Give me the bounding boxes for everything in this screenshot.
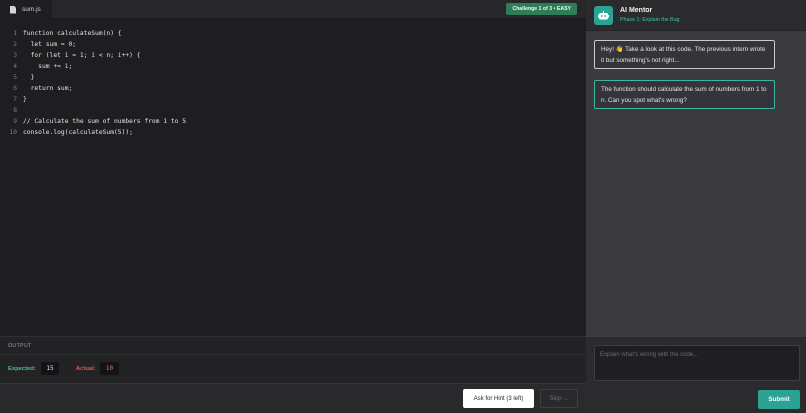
explanation-input[interactable] bbox=[594, 345, 800, 381]
line-code: // Calculate the sum of numbers from 1 t… bbox=[23, 118, 187, 125]
chat-message: The function should calculate the sum of… bbox=[594, 80, 775, 109]
code-line: 2 let sum = 0; bbox=[0, 39, 586, 50]
line-number: 9 bbox=[13, 118, 17, 125]
code-line: 9 // Calculate the sum of numbers from 1 … bbox=[0, 116, 586, 127]
output-title: OUTPUT bbox=[8, 343, 32, 349]
line-number: 7 bbox=[13, 96, 17, 103]
code-line: 1 function calculateSum(n) { bbox=[0, 28, 586, 39]
line-number: 3 bbox=[13, 52, 17, 59]
code-line: 4 sum += i; bbox=[0, 61, 586, 72]
line-code: function calculateSum(n) { bbox=[23, 30, 122, 37]
code-line: 6 return sum; bbox=[0, 83, 586, 94]
line-number: 1 bbox=[13, 30, 17, 37]
actual-value: 10 bbox=[100, 362, 119, 375]
code-line: 10 console.log(calculateSum(5)); bbox=[0, 127, 586, 138]
challenge-badge: Challenge 1 of 3 • EASY bbox=[506, 3, 577, 15]
file-icon bbox=[10, 5, 16, 14]
line-number: 2 bbox=[13, 41, 17, 48]
expected-value: 15 bbox=[41, 362, 59, 375]
submit-button[interactable]: Submit bbox=[758, 390, 800, 409]
line-code: let sum = 0; bbox=[23, 41, 77, 48]
line-number: 10 bbox=[9, 129, 17, 136]
line-number: 8 bbox=[13, 107, 17, 114]
robot-icon bbox=[598, 11, 609, 20]
mentor-header: AI Mentor Phase 1: Explain the Bug bbox=[586, 0, 806, 31]
output-divider bbox=[0, 354, 586, 355]
expected-label: Expected: bbox=[8, 366, 36, 372]
code-editor[interactable]: 1 function calculateSum(n) { 2 let sum = … bbox=[0, 19, 586, 336]
reply-area: Submit bbox=[586, 336, 806, 413]
line-code: console.log(calculateSum(5)); bbox=[23, 129, 133, 136]
output-panel: OUTPUT Expected: Actual: bbox=[0, 336, 586, 383]
mentor-pane: AI Mentor Phase 1: Explain the Bug Hey! … bbox=[586, 0, 806, 413]
editor-pane: sum.js Challenge 1 of 3 • EASY 1 function… bbox=[0, 0, 586, 413]
line-code: } bbox=[23, 96, 27, 103]
mentor-name: AI Mentor bbox=[620, 7, 653, 14]
mentor-phase: Phase 1: Explain the Bug bbox=[620, 17, 680, 23]
code-line: 7} bbox=[0, 94, 586, 105]
line-code: sum += i; bbox=[23, 63, 73, 70]
line-code: return sum; bbox=[23, 85, 73, 92]
code-line: 3 for (let i = 1; i < n; i++) { bbox=[0, 50, 586, 61]
file-tab-sum-js[interactable]: sum.js bbox=[0, 0, 52, 19]
line-code: } bbox=[23, 74, 35, 81]
line-number: 5 bbox=[13, 74, 17, 81]
line-number: 6 bbox=[13, 85, 17, 92]
code-line: 8 bbox=[0, 105, 586, 116]
line-number: 4 bbox=[13, 63, 17, 70]
action-bar: Ask for Hint (3 left) Skip → bbox=[0, 383, 586, 413]
skip-button[interactable]: Skip → bbox=[540, 389, 578, 408]
actual-label: Actual: bbox=[76, 366, 96, 372]
editor-tabbar: sum.js Challenge 1 of 3 • EASY bbox=[0, 0, 586, 19]
app-root: sum.js Challenge 1 of 3 • EASY 1 function… bbox=[0, 0, 806, 413]
avatar bbox=[594, 6, 613, 25]
chat-message: Hey! 👋 Take a look at this code. The pre… bbox=[594, 40, 775, 69]
line-code: for (let i = 1; i < n; i++) { bbox=[23, 52, 141, 59]
code-line: 5 } bbox=[0, 72, 586, 83]
ask-hint-button[interactable]: Ask for Hint (3 left) bbox=[463, 389, 534, 408]
file-tab-label: sum.js bbox=[22, 6, 41, 13]
